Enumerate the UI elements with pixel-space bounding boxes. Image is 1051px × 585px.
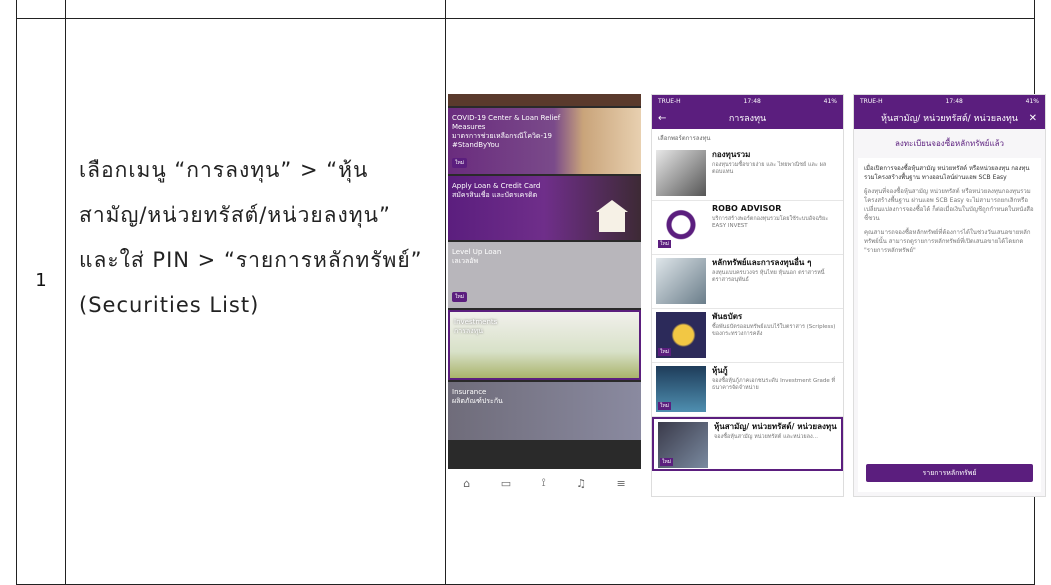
info-panel: เมื่อเปิดการจองซื้อหุ้นสามัญ หน่วยทรัสต์…: [858, 158, 1041, 492]
item-subtitle: จองซื้อหุ้นกู้ภาคเอกชนระดับ Investment G…: [712, 378, 836, 391]
item-title: ROBO ADVISOR: [712, 204, 782, 213]
info-paragraph: คุณสามารถจองซื้อหลักทรัพย์ที่ต้องการได้ใ…: [864, 229, 1031, 254]
status-bar: TRUE-H 17:48 41%: [854, 95, 1045, 107]
bell-icon[interactable]: ♫: [576, 477, 586, 490]
menu-card-covid[interactable]: COVID-19 Center & Loan Relief Measures ม…: [448, 108, 641, 174]
card-title: Apply Loan & Credit Card: [452, 182, 541, 190]
scan-icon[interactable]: ⟟: [542, 476, 546, 490]
card-title: COVID-19 Center & Loan Relief Measures: [452, 114, 561, 131]
card-subtitle: การลงทุน: [454, 327, 484, 335]
instruction-text: เลือกเมนู “การลงทุน” > “หุ้น สามัญ/หน่วย…: [79, 148, 439, 328]
column-divider: [445, 0, 446, 584]
bond-image: ใหม่: [656, 312, 706, 358]
header-strip: [448, 94, 641, 106]
phone-screenshot-menu: COVID-19 Center & Loan Relief Measures ม…: [448, 94, 641, 497]
instruction-line: เลือกเมนู “การลงทุน” > “หุ้น: [79, 158, 369, 182]
clock: 17:48: [945, 97, 963, 105]
card-subtitle: ผลิตภัณฑ์ประกัน: [452, 397, 503, 405]
card-tag: #StandByYou: [452, 141, 500, 149]
carrier: TRUE-H: [658, 97, 681, 105]
list-item-securities-other[interactable]: หลักทรัพย์และการลงทุนอื่น ๆ ลงทุนแบบครบว…: [652, 255, 843, 309]
menu-icon[interactable]: ≡: [617, 477, 626, 490]
battery: 41%: [1025, 97, 1039, 105]
title-bar: หุ้นสามัญ/ หน่วยทรัสต์/ หน่วยลงทุน ✕: [854, 107, 1045, 129]
list-item-bonds[interactable]: ใหม่ พันธบัตร ซื้อพันธบัตรออมทรัพย์แบบไร…: [652, 309, 843, 363]
page-title: การลงทุน: [728, 114, 767, 124]
item-subtitle: ลงทุนแบบครบวงจร หุ้นไทย หุ้นนอก ตราสารหน…: [712, 270, 825, 283]
new-badge: ใหม่: [658, 240, 672, 248]
menu-card-level-up[interactable]: Level Up Loan เลเวลอัพ ใหม่: [448, 242, 641, 308]
card-subtitle: มาตรการช่วยเหลือกรณีโควิด-19: [452, 132, 552, 140]
instruction-line: (Securities List): [79, 293, 260, 317]
item-subtitle: จองซื้อหุ้นสามัญ หน่วยทรัสต์ และหน่วยลง.…: [714, 434, 818, 440]
instruction-line: สามัญ/หน่วยทรัสต์/หน่วยลงทุน”: [79, 203, 391, 227]
phone-hand-image: ใหม่: [658, 422, 708, 468]
close-icon[interactable]: ✕: [1029, 113, 1037, 124]
table-top-border: [17, 18, 1034, 19]
list-item-mutual-fund[interactable]: กองทุนรวม กองทุนรวมซื้อขายง่าย และ ไทยพา…: [652, 147, 843, 201]
house-image: [596, 200, 628, 232]
card-subtitle: เลเวลอัพ: [452, 257, 479, 265]
phone-screenshot-investments: TRUE-H 17:48 41% ← การลงทุน เลือกพอร์ตกา…: [651, 94, 844, 497]
title-bar: ← การลงทุน: [652, 107, 843, 129]
new-badge: ใหม่: [452, 292, 468, 302]
chess-image: [656, 150, 706, 196]
page-title: หุ้นสามัญ/ หน่วยทรัสต์/ หน่วยลงทุน: [881, 114, 1018, 124]
item-title: กองทุนรวม: [712, 150, 751, 159]
list-item-debentures[interactable]: ใหม่ หุ้นกู้ จองซื้อหุ้นกู้ภาคเอกชนระดับ…: [652, 363, 843, 417]
robo-logo: ใหม่: [656, 204, 706, 250]
row-number: 1: [35, 270, 47, 291]
wallet-icon[interactable]: ▭: [501, 477, 511, 490]
new-badge: ใหม่: [658, 402, 672, 410]
item-subtitle: กองทุนรวมซื้อขายง่าย และ ไทยพาณิชย์ และ …: [712, 162, 827, 175]
list-item-common-stocks[interactable]: ใหม่ หุ้นสามัญ/ หน่วยทรัสต์/ หน่วยลงทุน …: [652, 417, 843, 471]
subheader: ลงทะเบียนจองซื้อหลักทรัพย์แล้ว: [894, 139, 1005, 148]
new-badge: ใหม่: [660, 458, 674, 466]
menu-card-investments[interactable]: Investments การลงทุน: [448, 310, 641, 380]
home-icon[interactable]: ⌂: [463, 477, 470, 490]
info-paragraph: ผู้ลงทุนที่จองซื้อหุ้นสามัญ หน่วยทรัสต์ …: [864, 188, 1034, 222]
item-title: หุ้นสามัญ/ หน่วยทรัสต์/ หน่วยลงทุน: [714, 422, 837, 431]
column-divider: [65, 0, 66, 584]
item-title: พันธบัตร: [712, 312, 743, 321]
list-item-robo-advisor[interactable]: ใหม่ ROBO ADVISOR บริการสร้างพอร์ตกองทุน…: [652, 201, 843, 255]
phone-screenshot-stock-detail: TRUE-H 17:48 41% หุ้นสามัญ/ หน่วยทรัสต์/…: [853, 94, 1046, 497]
item-title: หลักทรัพย์และการลงทุนอื่น ๆ: [712, 258, 812, 267]
instruction-line: และใส่ PIN > “รายการหลักทรัพย์”: [79, 248, 423, 272]
bull-bear-image: [656, 258, 706, 304]
bottom-tab-bar: ⌂ ▭ ⟟ ♫ ≡: [448, 469, 641, 497]
clock: 17:48: [743, 97, 761, 105]
menu-card-insurance[interactable]: Insurance ผลิตภัณฑ์ประกัน: [448, 382, 641, 440]
item-title: หุ้นกู้: [712, 366, 728, 375]
info-paragraph: เมื่อเปิดการจองซื้อหุ้นสามัญ หน่วยทรัสต์…: [864, 165, 1030, 181]
card-title: Investments: [454, 318, 498, 326]
item-subtitle: ซื้อพันธบัตรออมทรัพย์แบบไร้ใบตราสาร (Scr…: [712, 324, 836, 337]
new-badge: ใหม่: [658, 348, 672, 356]
city-image: ใหม่: [656, 366, 706, 412]
back-arrow-icon[interactable]: ←: [658, 113, 666, 124]
section-label: เลือกพอร์ตการลงทุน: [658, 135, 711, 142]
carrier: TRUE-H: [860, 97, 883, 105]
securities-list-button[interactable]: รายการหลักทรัพย์: [866, 464, 1033, 482]
card-title: Level Up Loan: [452, 248, 502, 256]
menu-card-loan[interactable]: Apply Loan & Credit Card สมัครสินเชื่อ แ…: [448, 176, 641, 240]
new-badge: ใหม่: [452, 158, 468, 168]
item-subtitle: บริการสร้างพอร์ตกองทุนรวมโดยใช้ระบบอัจฉร…: [712, 216, 829, 229]
status-bar: TRUE-H 17:48 41%: [652, 95, 843, 107]
card-subtitle: สมัครสินเชื่อ และบัตรเครดิต: [452, 191, 538, 199]
battery: 41%: [823, 97, 837, 105]
card-title: Insurance: [452, 388, 487, 396]
